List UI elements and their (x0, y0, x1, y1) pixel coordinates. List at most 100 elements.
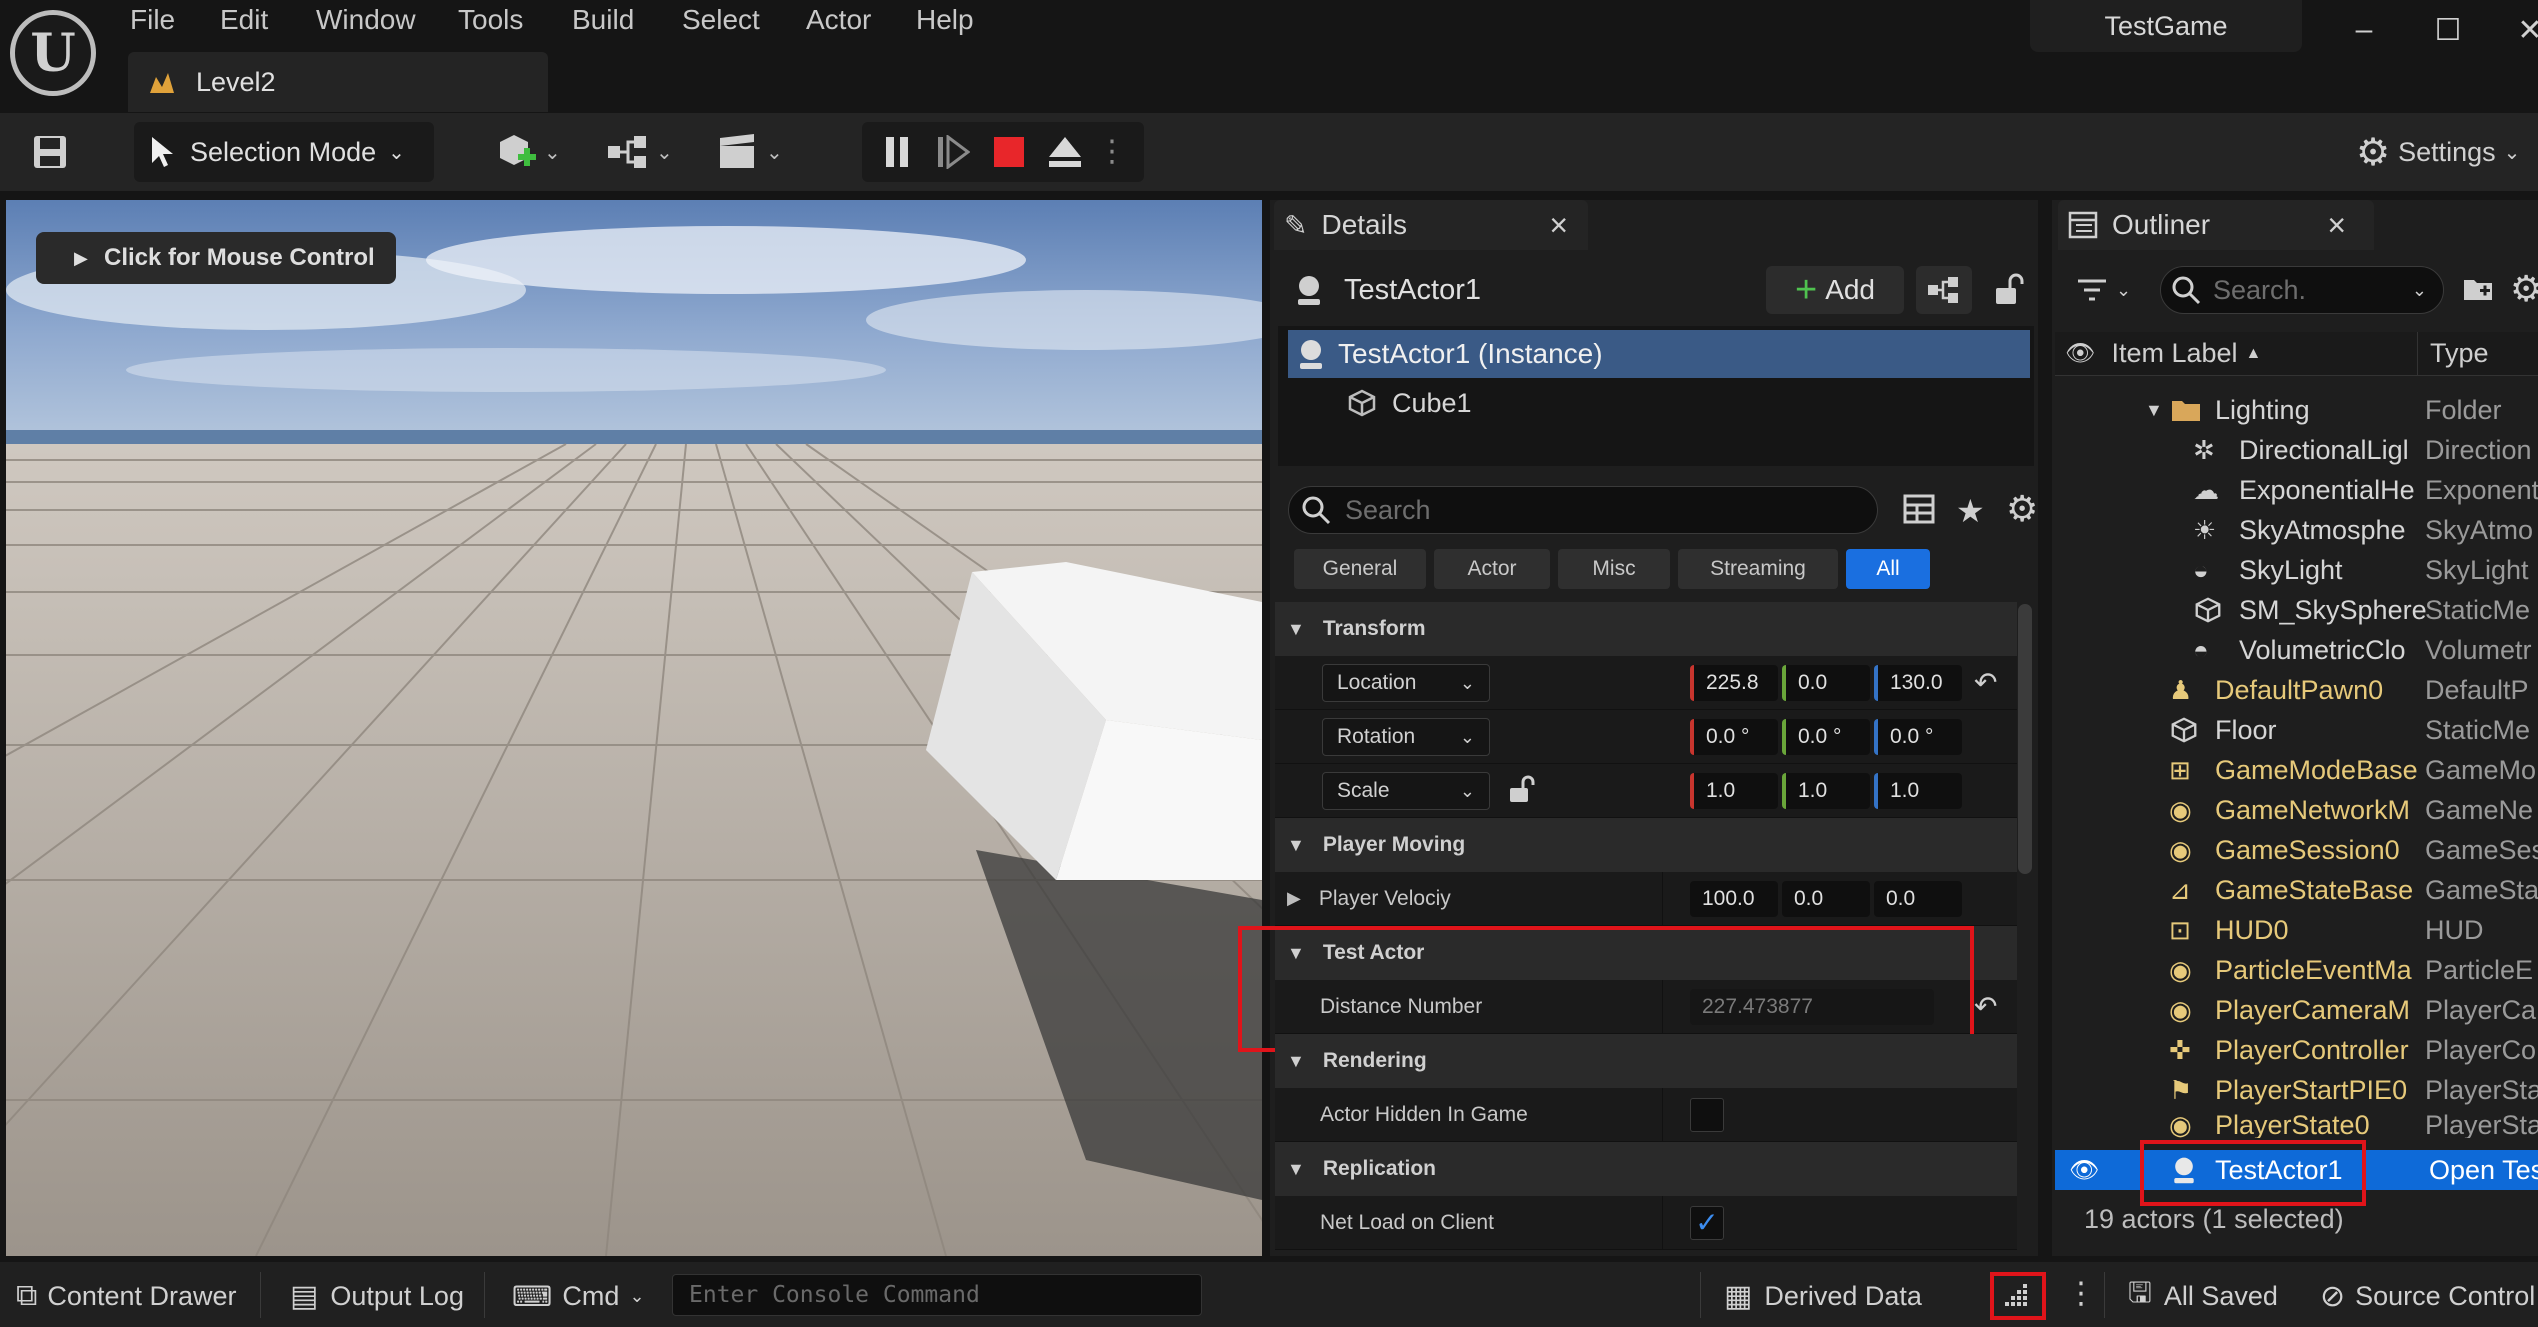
scale-dropdown[interactable]: Scale ⌄ (1322, 772, 1490, 810)
details-tab[interactable]: ✎ Details × (1274, 200, 1588, 250)
all-saved-button[interactable]: 🖫 All Saved (2128, 1276, 2278, 1316)
filter-actor[interactable]: Actor (1434, 549, 1550, 589)
outliner-row-sky-sphere[interactable]: SM_SkySphere StaticMe (2055, 590, 2538, 630)
rotation-y-input[interactable]: 0.0 ° (1782, 719, 1870, 755)
blueprint-button[interactable] (1916, 266, 1972, 314)
outliner-row-player-camera[interactable]: ◉ PlayerCameraM PlayerCa (2055, 990, 2538, 1030)
add-folder-icon[interactable] (2462, 272, 2496, 306)
rotation-z-input[interactable]: 0.0 ° (1874, 719, 1962, 755)
content-drawer-button[interactable]: ⧉ Content Drawer (16, 1276, 237, 1316)
stop-button[interactable] (986, 128, 1032, 176)
outliner-row-hud[interactable]: ⊡ HUD0 HUD (2055, 910, 2538, 950)
eye-icon[interactable]: 👁 (2065, 339, 2095, 368)
maximize-button[interactable]: ☐ (2418, 8, 2478, 52)
unreal-logo-icon[interactable]: U (10, 10, 96, 96)
location-y-input[interactable]: 0.0 (1782, 665, 1870, 701)
menu-tools[interactable]: Tools (458, 0, 523, 40)
expand-arrow-icon[interactable]: ▶ (1287, 888, 1301, 909)
cmd-dropdown[interactable]: ⌨ Cmd ⌄ (512, 1276, 645, 1316)
settings-button[interactable]: ⚙ Settings ⌄ (2356, 130, 2520, 174)
filter-general[interactable]: General (1294, 549, 1426, 589)
menu-help[interactable]: Help (916, 0, 974, 40)
close-icon[interactable]: × (2327, 207, 2346, 244)
outliner-row-skylight[interactable]: ◒ SkyLight SkyLight (2055, 550, 2538, 590)
level-viewport[interactable] (6, 200, 1262, 1256)
velocity-z-input[interactable]: 0.0 (1874, 881, 1962, 917)
gear-icon[interactable]: ⚙ (2510, 268, 2538, 310)
outliner-row-game-network[interactable]: ◉ GameNetworkM GameNe (2055, 790, 2538, 830)
reset-arrow-icon[interactable]: ↶ (1974, 666, 1997, 699)
section-rendering[interactable]: ▼ Rendering (1275, 1034, 2017, 1088)
outliner-filter-dropdown[interactable]: ⌄ (2076, 270, 2131, 310)
output-log-button[interactable]: ▤ Output Log (290, 1276, 464, 1316)
selection-mode-dropdown[interactable]: Selection Mode ⌄ (134, 122, 434, 182)
outliner-tab[interactable]: Outliner × (2058, 200, 2374, 250)
outliner-row-player-controller[interactable]: ✜ PlayerController PlayerCo (2055, 1030, 2538, 1070)
filter-misc[interactable]: Misc (1558, 549, 1670, 589)
section-transform[interactable]: ▼ Transform (1275, 602, 2017, 656)
outliner-row-gamemode[interactable]: ⊞ GameModeBase GameMo (2055, 750, 2538, 790)
outliner-row-exponential-fog[interactable]: ☁ ExponentialHe Exponent (2055, 470, 2538, 510)
step-button[interactable] (930, 128, 976, 176)
outliner-row-default-pawn[interactable]: ♟ DefaultPawn0 DefaultP (2055, 670, 2538, 710)
outliner-row-player-start[interactable]: ⚑ PlayerStartPIE0 PlayerSta (2055, 1070, 2538, 1110)
location-z-input[interactable]: 130.0 (1874, 665, 1962, 701)
column-item-label[interactable]: Item Label (2111, 338, 2237, 369)
level-tab[interactable]: Level2 (128, 52, 548, 112)
velocity-y-input[interactable]: 0.0 (1782, 881, 1870, 917)
minimize-button[interactable]: – (2334, 8, 2394, 52)
mouse-control-button[interactable]: ▶ Click for Mouse Control (36, 232, 396, 284)
gear-icon[interactable]: ⚙ (2006, 488, 2038, 530)
outliner-search-input[interactable]: Search. ⌄ (2160, 266, 2444, 314)
details-search-input[interactable]: Search (1288, 486, 1878, 534)
kebab-icon[interactable]: ⋮ (2066, 1276, 2096, 1311)
derived-data-button[interactable]: ▦ Derived Data (1724, 1276, 1922, 1316)
outliner-row-floor[interactable]: Floor StaticMe (2055, 710, 2538, 750)
scale-x-input[interactable]: 1.0 (1690, 773, 1778, 809)
column-type[interactable]: Type (2430, 338, 2489, 369)
eject-button[interactable] (1042, 128, 1088, 176)
menu-actor[interactable]: Actor (806, 0, 871, 40)
outliner-row-game-state[interactable]: ⊿ GameStateBase GameSta (2055, 870, 2538, 910)
rotation-dropdown[interactable]: Rotation ⌄ (1322, 718, 1490, 756)
filter-streaming[interactable]: Streaming (1678, 549, 1838, 589)
lock-open-icon[interactable] (1990, 272, 2026, 308)
scale-z-input[interactable]: 1.0 (1874, 773, 1962, 809)
save-icon[interactable] (30, 132, 70, 172)
close-window-button[interactable]: ✕ (2500, 8, 2538, 52)
location-dropdown[interactable]: Location ⌄ (1322, 664, 1490, 702)
section-player-moving[interactable]: ▼ Player Moving (1275, 818, 2017, 872)
cinematics-dropdown[interactable]: ⌄ (716, 130, 796, 174)
outliner-row-player-state[interactable]: ◉ PlayerState0 PlayerSta (2055, 1110, 2538, 1138)
component-instance-row[interactable]: TestActor1 (Instance) (1288, 330, 2030, 378)
details-scrollbar[interactable] (2018, 604, 2032, 874)
eye-icon[interactable]: 👁 (2069, 1156, 2099, 1185)
add-component-button[interactable]: + Add (1766, 266, 1904, 314)
menu-edit[interactable]: Edit (220, 0, 268, 40)
scale-lock-icon[interactable] (1506, 774, 1538, 806)
pause-button[interactable] (874, 128, 920, 176)
blueprint-dropdown[interactable]: ⌄ (606, 130, 686, 174)
play-options-button[interactable]: ⋮ (1097, 128, 1127, 176)
source-control-button[interactable]: ⊘ Source Control (2320, 1276, 2535, 1316)
outliner-row-game-session[interactable]: ◉ GameSession0 GameSes (2055, 830, 2538, 870)
outliner-row-sky-atmosphere[interactable]: ☀ SkyAtmosphe SkyAtmo (2055, 510, 2538, 550)
star-icon[interactable]: ★ (1956, 492, 1985, 530)
hidden-checkbox[interactable] (1690, 1098, 1724, 1132)
scale-y-input[interactable]: 1.0 (1782, 773, 1870, 809)
outliner-row-volumetric-cloud[interactable]: ◓ VolumetricClo Volumetr (2055, 630, 2538, 670)
menu-build[interactable]: Build (572, 0, 634, 40)
outliner-row-folder[interactable]: ▼ Lighting Folder (2055, 390, 2538, 430)
netload-checkbox[interactable]: ✓ (1690, 1206, 1724, 1240)
section-replication[interactable]: ▼ Replication (1275, 1142, 2017, 1196)
component-row-cube[interactable]: Cube1 (1346, 380, 1472, 426)
outliner-row-particle-event[interactable]: ◉ ParticleEventMa ParticleE (2055, 950, 2538, 990)
add-actor-dropdown[interactable]: ⌄ (494, 130, 574, 174)
table-view-icon[interactable] (1902, 492, 1936, 526)
menu-window[interactable]: Window (316, 0, 416, 40)
console-command-input[interactable]: Enter Console Command (672, 1274, 1202, 1316)
menu-select[interactable]: Select (682, 0, 760, 40)
filter-all[interactable]: All (1846, 549, 1930, 589)
menu-file[interactable]: File (130, 0, 175, 40)
reset-arrow-icon[interactable]: ↶ (1974, 990, 1997, 1023)
